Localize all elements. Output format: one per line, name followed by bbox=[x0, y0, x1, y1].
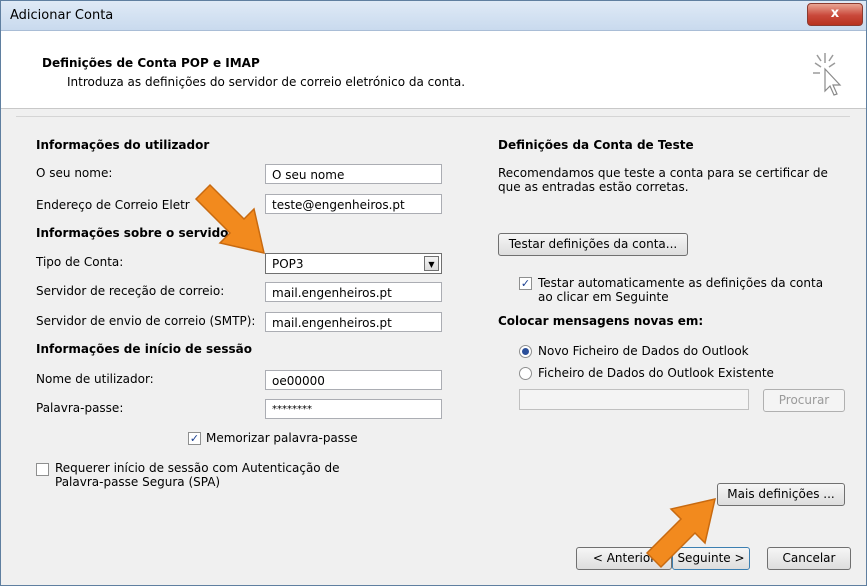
password-label: Palavra-passe: bbox=[36, 401, 124, 415]
outgoing-server-label: Servidor de envio de correio (SMTP): bbox=[36, 314, 256, 328]
title-bar: Adicionar Conta x bbox=[1, 1, 866, 31]
orange-arrow-annotation bbox=[194, 183, 265, 254]
existing-data-file-radio[interactable] bbox=[519, 367, 532, 380]
spa-checkbox[interactable] bbox=[36, 463, 49, 476]
account-type-label: Tipo de Conta: bbox=[36, 255, 124, 269]
dropdown-arrow-icon[interactable]: ▼ bbox=[424, 256, 439, 271]
checkmark-icon: ✓ bbox=[520, 277, 531, 290]
test-account-button[interactable]: Testar definições da conta... bbox=[498, 233, 688, 256]
incoming-server-input[interactable]: mail.engenheiros.pt bbox=[265, 282, 442, 302]
cancel-button[interactable]: Cancelar bbox=[767, 547, 851, 570]
test-description-line2: que as entradas estão corretas. bbox=[498, 180, 689, 194]
test-settings-heading: Definições da Conta de Teste bbox=[498, 138, 694, 152]
new-data-file-label: Novo Ficheiro de Dados do Outlook bbox=[538, 344, 749, 358]
browse-button[interactable]: Procurar bbox=[763, 389, 845, 412]
auto-test-label-line2: ao clicar em Seguinte bbox=[538, 290, 669, 304]
more-settings-button[interactable]: Mais definições ... bbox=[717, 483, 845, 506]
auto-test-label-line1: Testar automaticamente as definições da … bbox=[538, 276, 824, 290]
account-type-value: POP3 bbox=[272, 257, 304, 271]
existing-data-file-label: Ficheiro de Dados do Outlook Existente bbox=[538, 366, 774, 380]
test-description-line1: Recomendamos que teste a conta para se c… bbox=[498, 166, 828, 180]
spa-label-line2: Palavra-passe Segura (SPA) bbox=[55, 475, 221, 489]
outgoing-server-input[interactable]: mail.engenheiros.pt bbox=[265, 312, 442, 332]
account-type-select[interactable]: POP3 ▼ bbox=[265, 253, 442, 274]
auto-test-checkbox[interactable]: ✓ bbox=[519, 277, 532, 290]
window-title: Adicionar Conta bbox=[10, 8, 114, 23]
data-file-path-input[interactable] bbox=[519, 389, 749, 410]
login-info-heading: Informações de início de sessão bbox=[36, 342, 252, 356]
header-title: Definições de Conta POP e IMAP bbox=[42, 56, 260, 70]
spa-label-line1: Requerer início de sessão com Autenticaç… bbox=[55, 461, 340, 475]
name-input[interactable]: O seu nome bbox=[265, 164, 442, 184]
deliver-heading: Colocar mensagens novas em: bbox=[498, 314, 704, 328]
header-subtitle: Introduza as definições do servidor de c… bbox=[67, 75, 466, 89]
orange-arrow-annotation bbox=[645, 498, 716, 569]
dialog-header: Definições de Conta POP e IMAP Introduza… bbox=[1, 31, 866, 109]
user-info-heading: Informações do utilizador bbox=[36, 138, 210, 152]
close-button[interactable]: x bbox=[807, 3, 863, 26]
close-icon: x bbox=[830, 6, 840, 21]
wand-cursor-icon bbox=[813, 53, 842, 96]
remember-password-checkbox[interactable]: ✓ bbox=[188, 432, 201, 445]
add-account-dialog: Adicionar Conta x Definições de Conta PO… bbox=[0, 0, 867, 586]
incoming-server-label: Servidor de receção de correio: bbox=[36, 284, 225, 298]
name-label: O seu nome: bbox=[36, 166, 113, 180]
new-data-file-radio[interactable] bbox=[519, 345, 532, 358]
password-input[interactable]: ******** bbox=[265, 399, 442, 419]
remember-password-label: Memorizar palavra-passe bbox=[206, 431, 358, 445]
email-label: Endereço de Correio Eletr bbox=[36, 198, 190, 212]
username-input[interactable]: oe00000 bbox=[265, 370, 442, 390]
email-input[interactable]: teste@engenheiros.pt bbox=[265, 194, 442, 214]
checkmark-icon: ✓ bbox=[189, 432, 200, 445]
username-label: Nome de utilizador: bbox=[36, 372, 154, 386]
